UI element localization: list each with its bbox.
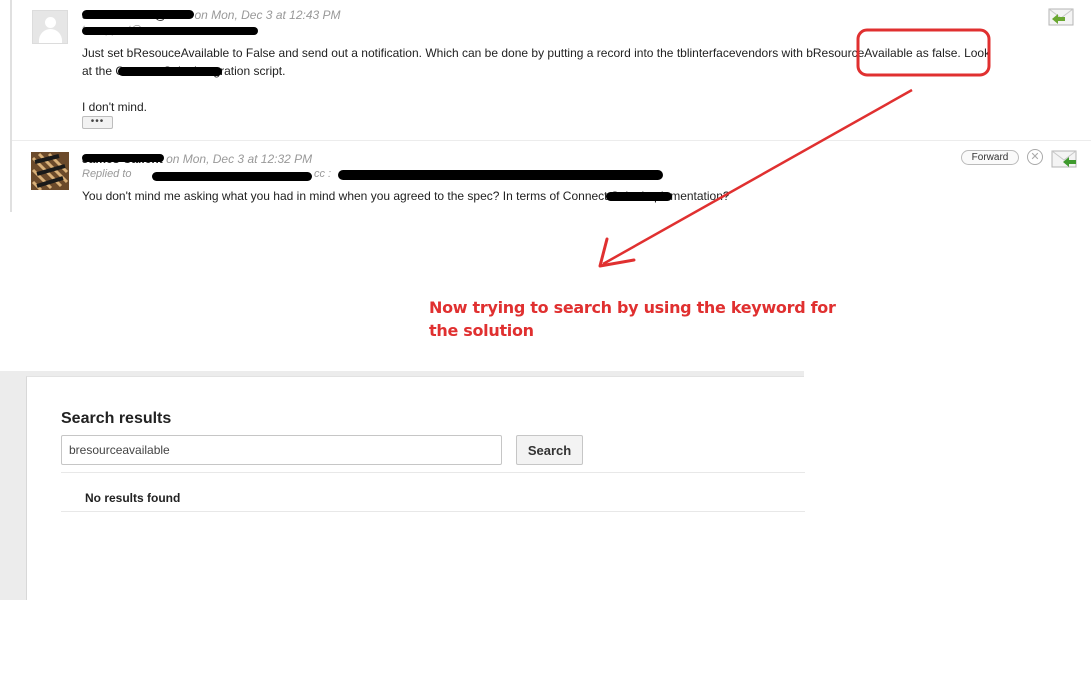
redaction-scribble [152, 172, 312, 181]
no-results-message: No results found [85, 491, 181, 505]
forward-button[interactable]: Forward [961, 150, 1019, 165]
annotation-note: Now trying to search by using the keywor… [429, 298, 836, 340]
message-2: James Callent on Mon, Dec 3 at 12:32 PM … [12, 142, 1091, 212]
message-1-body-line-1: Just set bResouceAvailable to False and … [82, 46, 991, 60]
divider [61, 472, 805, 473]
reply-arrow-icon[interactable] [1048, 8, 1074, 26]
search-results-panel: Search results Search No results found [26, 376, 805, 600]
redaction-scribble [606, 192, 672, 201]
message-2-cc-label: cc : [314, 168, 332, 180]
message-1: James Callis@DSS on Mon, Dec 3 at 12:43 … [12, 0, 1091, 141]
redaction-scribble [82, 10, 194, 19]
search-results-frame: Search results Search No results found [0, 371, 805, 600]
reply-arrow-icon[interactable] [1051, 150, 1077, 168]
message-2-timestamp: on Mon, Dec 3 at 12:32 PM [166, 152, 313, 166]
message-1-timestamp: on Mon, Dec 3 at 12:43 PM [194, 8, 341, 22]
arrowhead-icon [598, 237, 636, 268]
redaction-scribble [118, 67, 222, 76]
search-results-title: Search results [61, 410, 172, 427]
show-quoted-button[interactable]: ••• [82, 116, 113, 129]
search-button[interactable]: Search [516, 435, 583, 465]
message-2-replied-to: Replied to [82, 168, 132, 180]
redaction-scribble [82, 154, 164, 162]
default-avatar-icon [32, 10, 68, 44]
close-icon[interactable]: ✕ [1027, 149, 1043, 165]
redaction-scribble [338, 170, 663, 180]
redaction-scribble [82, 27, 258, 35]
search-input[interactable] [61, 435, 502, 465]
divider [61, 511, 805, 512]
message-1-body-line-3: I don't mind. [82, 100, 147, 114]
user-avatar [31, 152, 69, 190]
